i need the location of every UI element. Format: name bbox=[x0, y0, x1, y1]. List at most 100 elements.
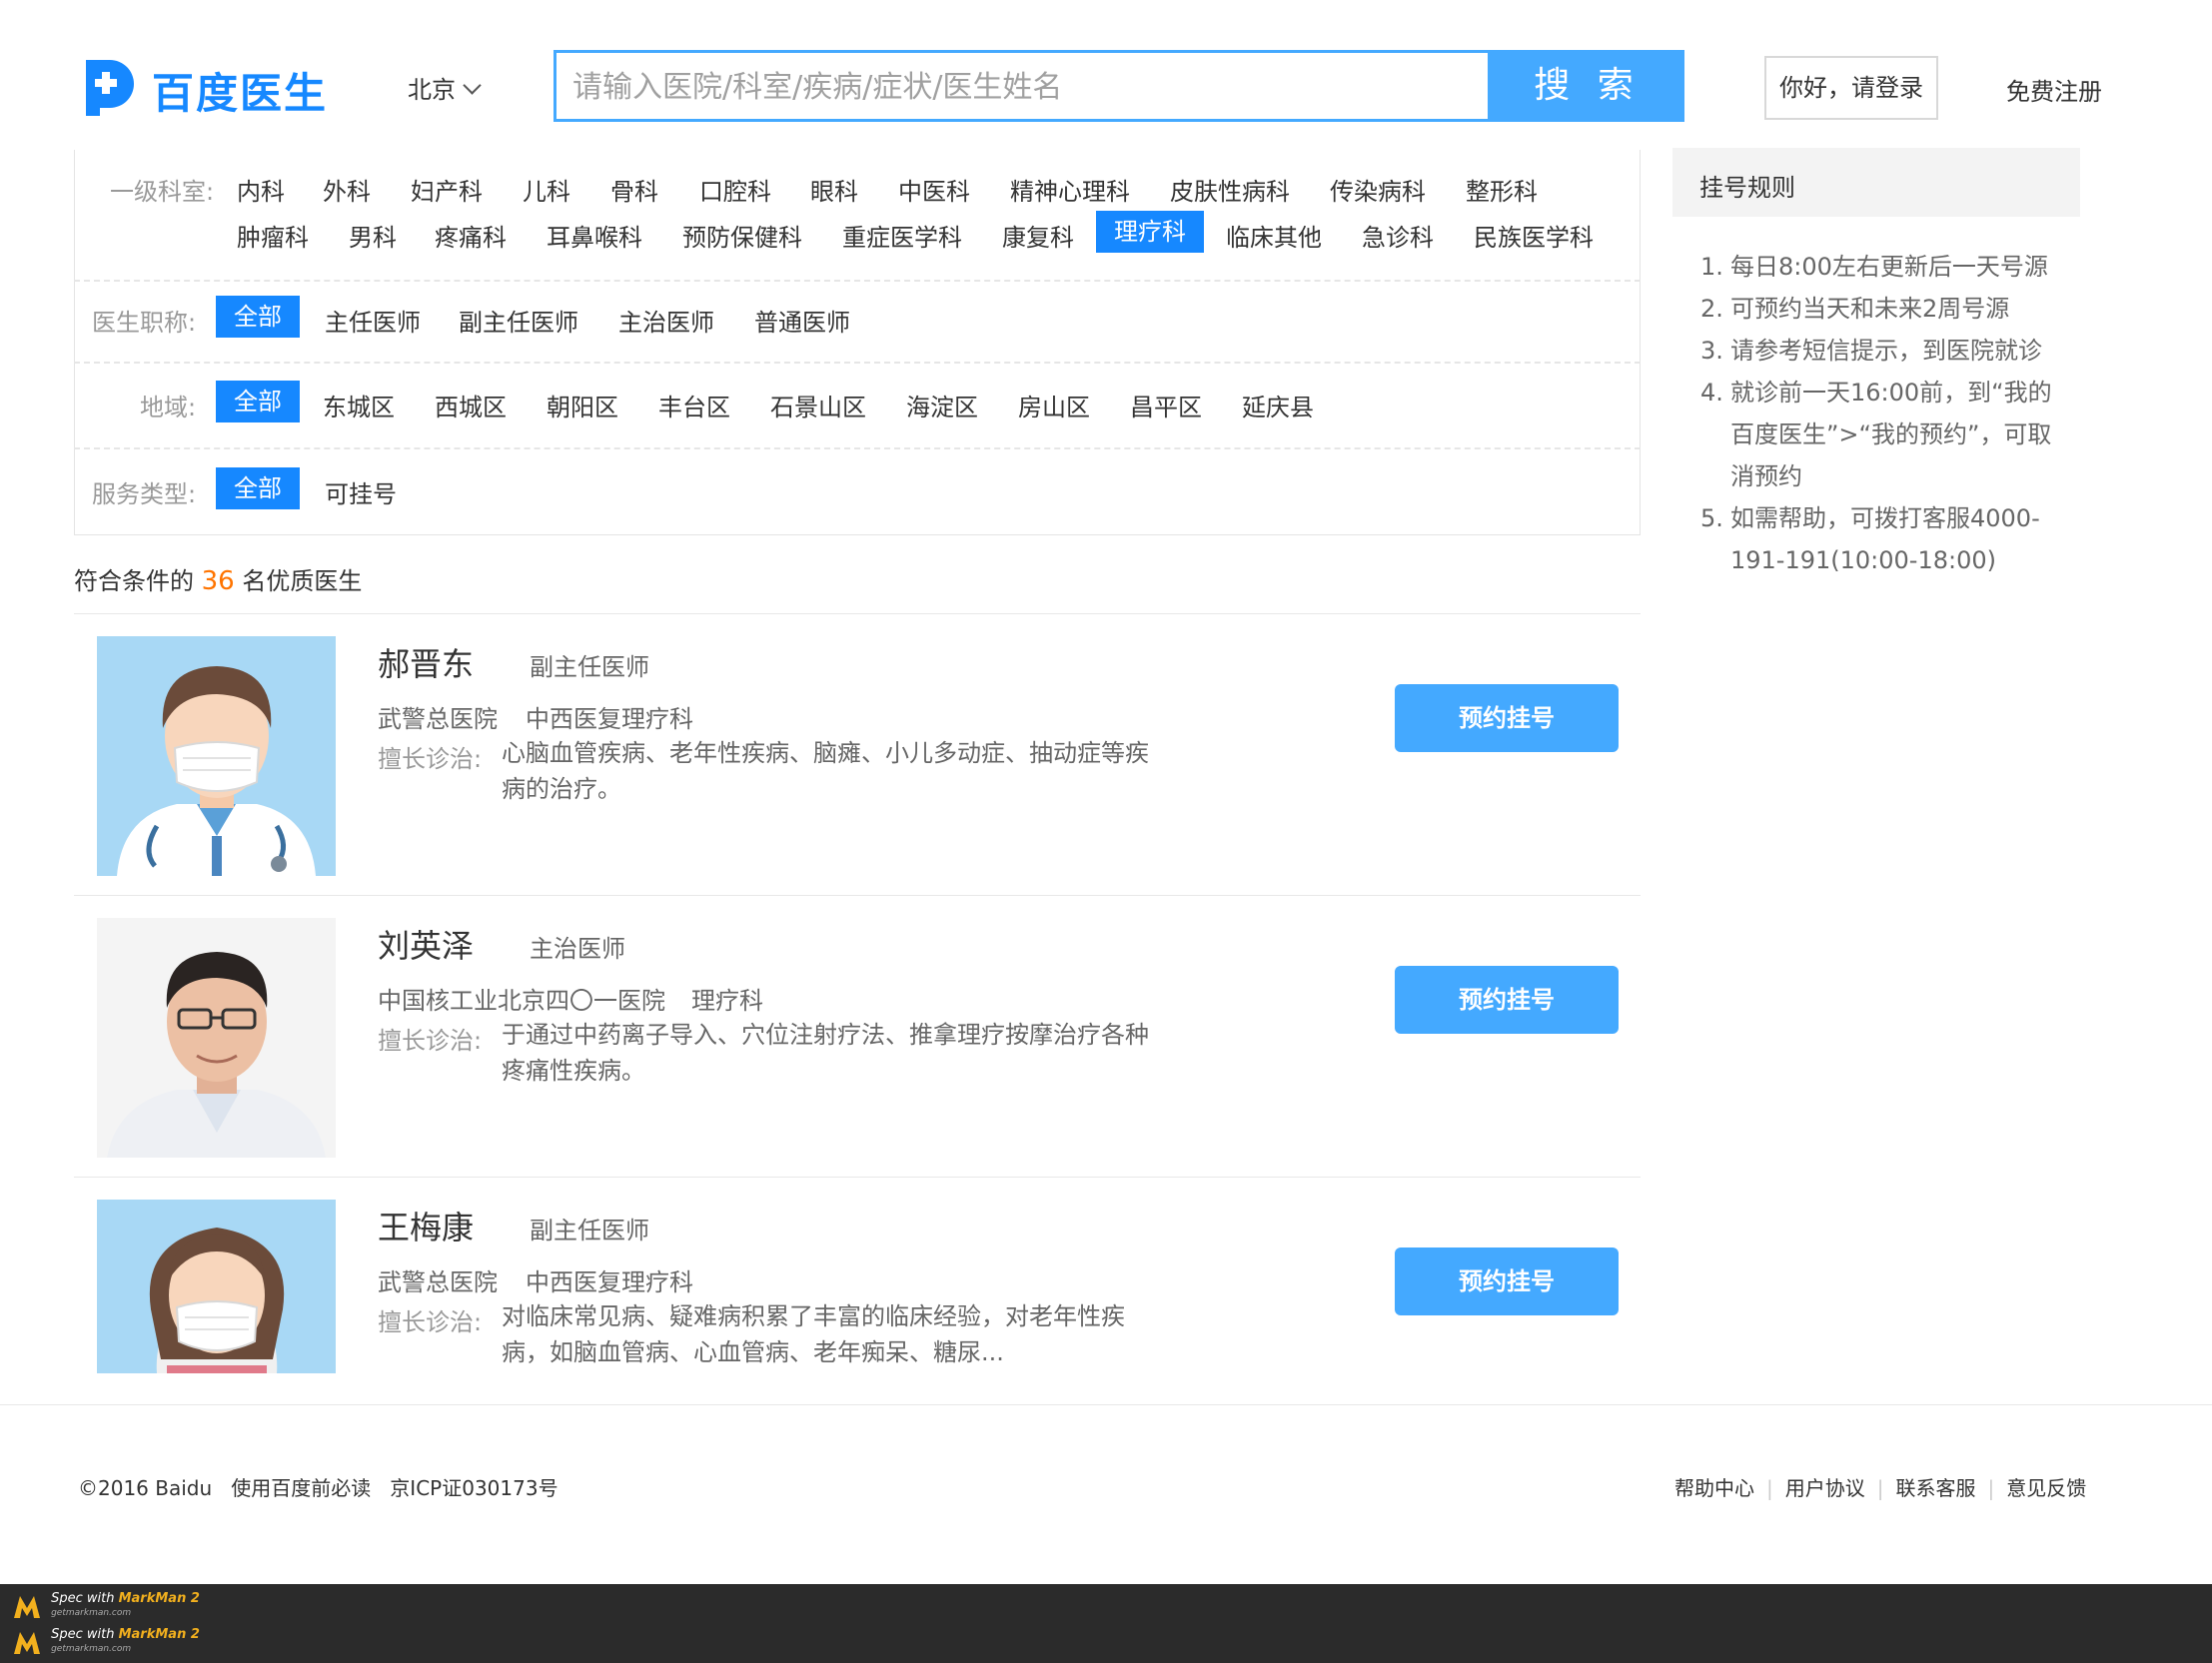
doctor-hospital: 中国核工业北京四〇一医院 bbox=[378, 987, 665, 1015]
doctor-department: 理疗科 bbox=[691, 987, 763, 1015]
markman-logo-icon bbox=[14, 1632, 40, 1654]
baidu-doctor-logo-icon[interactable] bbox=[80, 56, 136, 118]
region-filter-label: 地域: bbox=[140, 394, 197, 421]
book-appointment-button[interactable]: 预约挂号 bbox=[1395, 1247, 1619, 1315]
dept-option-obstetrics[interactable]: 妇产科 bbox=[411, 172, 483, 207]
dept-option-emergency[interactable]: 急诊科 bbox=[1362, 218, 1434, 253]
title-option-chief[interactable]: 主任医师 bbox=[325, 303, 421, 338]
doctor-name[interactable]: 郝晋东 bbox=[378, 639, 474, 685]
dept-option-infectious[interactable]: 传染病科 bbox=[1330, 172, 1426, 207]
region-option-fangshan[interactable]: 房山区 bbox=[1018, 388, 1090, 422]
register-link[interactable]: 免费注册 bbox=[2006, 72, 2102, 107]
dept-option-preventive[interactable]: 预防保健科 bbox=[682, 218, 802, 253]
list-divider bbox=[74, 1177, 1641, 1178]
footer-link-agreement[interactable]: 用户协议 bbox=[1785, 1476, 1865, 1500]
doctor-photo[interactable] bbox=[97, 918, 336, 1158]
dept-option-ent[interactable]: 耳鼻喉科 bbox=[547, 218, 642, 253]
search-input[interactable] bbox=[570, 53, 1474, 121]
dept-option-plastic[interactable]: 整形科 bbox=[1466, 172, 1538, 207]
booking-rules-panel: 挂号规则 1. 每日8:00左右更新后一天号源 2. 可预约当天和未来2周号源 3.… bbox=[1672, 148, 2080, 620]
doctor-hospital: 武警总医院 bbox=[378, 705, 498, 733]
dept-option-oncology[interactable]: 肿瘤科 bbox=[237, 218, 309, 253]
footer-divider bbox=[0, 1404, 2212, 1405]
department-label: 一级科室: bbox=[110, 178, 215, 206]
title-option-attending[interactable]: 主治医师 bbox=[618, 303, 714, 338]
rules-header: 挂号规则 bbox=[1672, 148, 2080, 217]
dept-option-critical-care[interactable]: 重症医学科 bbox=[842, 218, 962, 253]
doctor-specialty: 于通过中药离子导入、穴位注射疗法、推拿理疗按摩治疗各种疼痛性疾病。 bbox=[502, 1021, 1149, 1085]
result-suffix: 名优质医生 bbox=[242, 567, 363, 595]
dept-option-internal[interactable]: 内科 bbox=[237, 172, 285, 207]
rule-item: 1. 每日8:00左右更新后一天号源 bbox=[1700, 253, 2048, 281]
region-option-chaoyang[interactable]: 朝阳区 bbox=[547, 388, 618, 422]
doctor-name[interactable]: 刘英泽 bbox=[378, 921, 474, 967]
dept-option-pediatrics[interactable]: 儿科 bbox=[523, 172, 570, 207]
dept-option-orthopedics[interactable]: 骨科 bbox=[610, 172, 658, 207]
doctor-department: 中西医复理疗科 bbox=[526, 705, 693, 733]
result-prefix: 符合条件的 bbox=[74, 567, 194, 595]
doctor-specialty: 对临床常见病、疑难病积累了丰富的临床经验，对老年性疾病，如脑血管病、心血管病、老… bbox=[502, 1302, 1125, 1366]
specialty-label: 擅长诊治: bbox=[378, 1027, 483, 1055]
region-option-dongcheng[interactable]: 东城区 bbox=[323, 388, 395, 422]
filter-panel bbox=[74, 150, 1641, 535]
filter-divider bbox=[74, 280, 1641, 282]
dept-option-tcm[interactable]: 中医科 bbox=[898, 172, 970, 207]
list-divider bbox=[74, 895, 1641, 896]
male-doctor-icon[interactable] bbox=[97, 636, 336, 876]
region-option-fengtai[interactable]: 丰台区 bbox=[658, 388, 730, 422]
book-appointment-button[interactable]: 预约挂号 bbox=[1395, 684, 1619, 752]
region-option-shijingshan[interactable]: 石景山区 bbox=[770, 388, 866, 422]
title-option-general[interactable]: 普通医师 bbox=[754, 303, 850, 338]
dept-option-ophthalmology[interactable]: 眼科 bbox=[810, 172, 858, 207]
dept-option-rehab[interactable]: 康复科 bbox=[1002, 218, 1074, 253]
dept-option-physiotherapy[interactable]: 理疗科 bbox=[1096, 211, 1204, 253]
dept-option-dermatology[interactable]: 皮肤性病科 bbox=[1170, 172, 1290, 207]
title-filter-label: 医生职称: bbox=[92, 309, 197, 337]
dept-option-dental[interactable]: 口腔科 bbox=[699, 172, 771, 207]
login-button[interactable]: 你好，请登录 bbox=[1764, 56, 1938, 120]
dept-option-ethnic[interactable]: 民族医学科 bbox=[1474, 218, 1594, 253]
search-box bbox=[553, 50, 1491, 122]
dept-option-psychiatry[interactable]: 精神心理科 bbox=[1010, 172, 1130, 207]
dept-option-pain[interactable]: 疼痛科 bbox=[435, 218, 507, 253]
rule-item: 3. 请参考短信提示，到医院就诊 bbox=[1700, 337, 2042, 365]
markman-logo-icon bbox=[14, 1596, 40, 1618]
city-label: 北京 bbox=[408, 76, 456, 104]
region-option-haidian[interactable]: 海淀区 bbox=[906, 388, 978, 422]
dept-option-surgery[interactable]: 外科 bbox=[323, 172, 371, 207]
doctor-title: 副主任医师 bbox=[530, 653, 649, 681]
chevron-down-icon bbox=[463, 76, 482, 95]
footer-link-contact[interactable]: 联系客服 bbox=[1896, 1476, 1976, 1500]
filter-divider bbox=[74, 362, 1641, 364]
result-count: 36 bbox=[201, 566, 235, 596]
footer-link-help[interactable]: 帮助中心 bbox=[1674, 1476, 1754, 1500]
search-button[interactable]: 搜 索 bbox=[1491, 50, 1684, 122]
markman-watermark-bar: Spec with MarkMan 2 getmarkman.com Spec w… bbox=[0, 1584, 2212, 1663]
doctor-specialty: 心脑血管疾病、老年性疾病、脑瘫、小儿多动症、抽动症等疾病的治疗。 bbox=[502, 739, 1149, 803]
rule-item: 2. 可预约当天和未来2周号源 bbox=[1700, 295, 2010, 323]
dept-option-andrology[interactable]: 男科 bbox=[349, 218, 397, 253]
doctor-department: 中西医复理疗科 bbox=[526, 1268, 693, 1296]
book-appointment-button[interactable]: 预约挂号 bbox=[1395, 966, 1619, 1034]
service-option-all[interactable]: 全部 bbox=[216, 467, 300, 509]
logo-text[interactable]: 百度医生 bbox=[152, 60, 328, 121]
result-count-line: 符合条件的 36 名优质医生 bbox=[74, 561, 362, 596]
title-option-all[interactable]: 全部 bbox=[216, 296, 300, 338]
service-option-bookable[interactable]: 可挂号 bbox=[325, 474, 397, 509]
doctor-name[interactable]: 王梅康 bbox=[378, 1203, 474, 1248]
specialty-label: 擅长诊治: bbox=[378, 1308, 483, 1336]
footer-links: 帮助中心 | 用户协议 | 联系客服 | 意见反馈 bbox=[1674, 1476, 2087, 1500]
region-option-changping[interactable]: 昌平区 bbox=[1130, 388, 1202, 422]
dept-option-clinical-other[interactable]: 临床其他 bbox=[1226, 218, 1322, 253]
region-option-yanqing[interactable]: 延庆县 bbox=[1242, 388, 1314, 422]
title-option-associate-chief[interactable]: 副主任医师 bbox=[459, 303, 578, 338]
region-option-xicheng[interactable]: 西城区 bbox=[435, 388, 507, 422]
city-selector[interactable]: 北京 bbox=[408, 70, 482, 105]
region-option-all[interactable]: 全部 bbox=[216, 381, 300, 422]
filter-divider bbox=[74, 447, 1641, 449]
markman-badge: Spec with MarkMan 2 getmarkman.com bbox=[12, 1628, 200, 1662]
female-doctor-icon[interactable] bbox=[97, 1200, 336, 1373]
footer-link-feedback[interactable]: 意见反馈 bbox=[2006, 1476, 2086, 1500]
service-filter-label: 服务类型: bbox=[92, 480, 197, 508]
rule-item: 5. 如需帮助，可拨打客服4000-191-191(10:00-18:00) bbox=[1700, 504, 2040, 574]
